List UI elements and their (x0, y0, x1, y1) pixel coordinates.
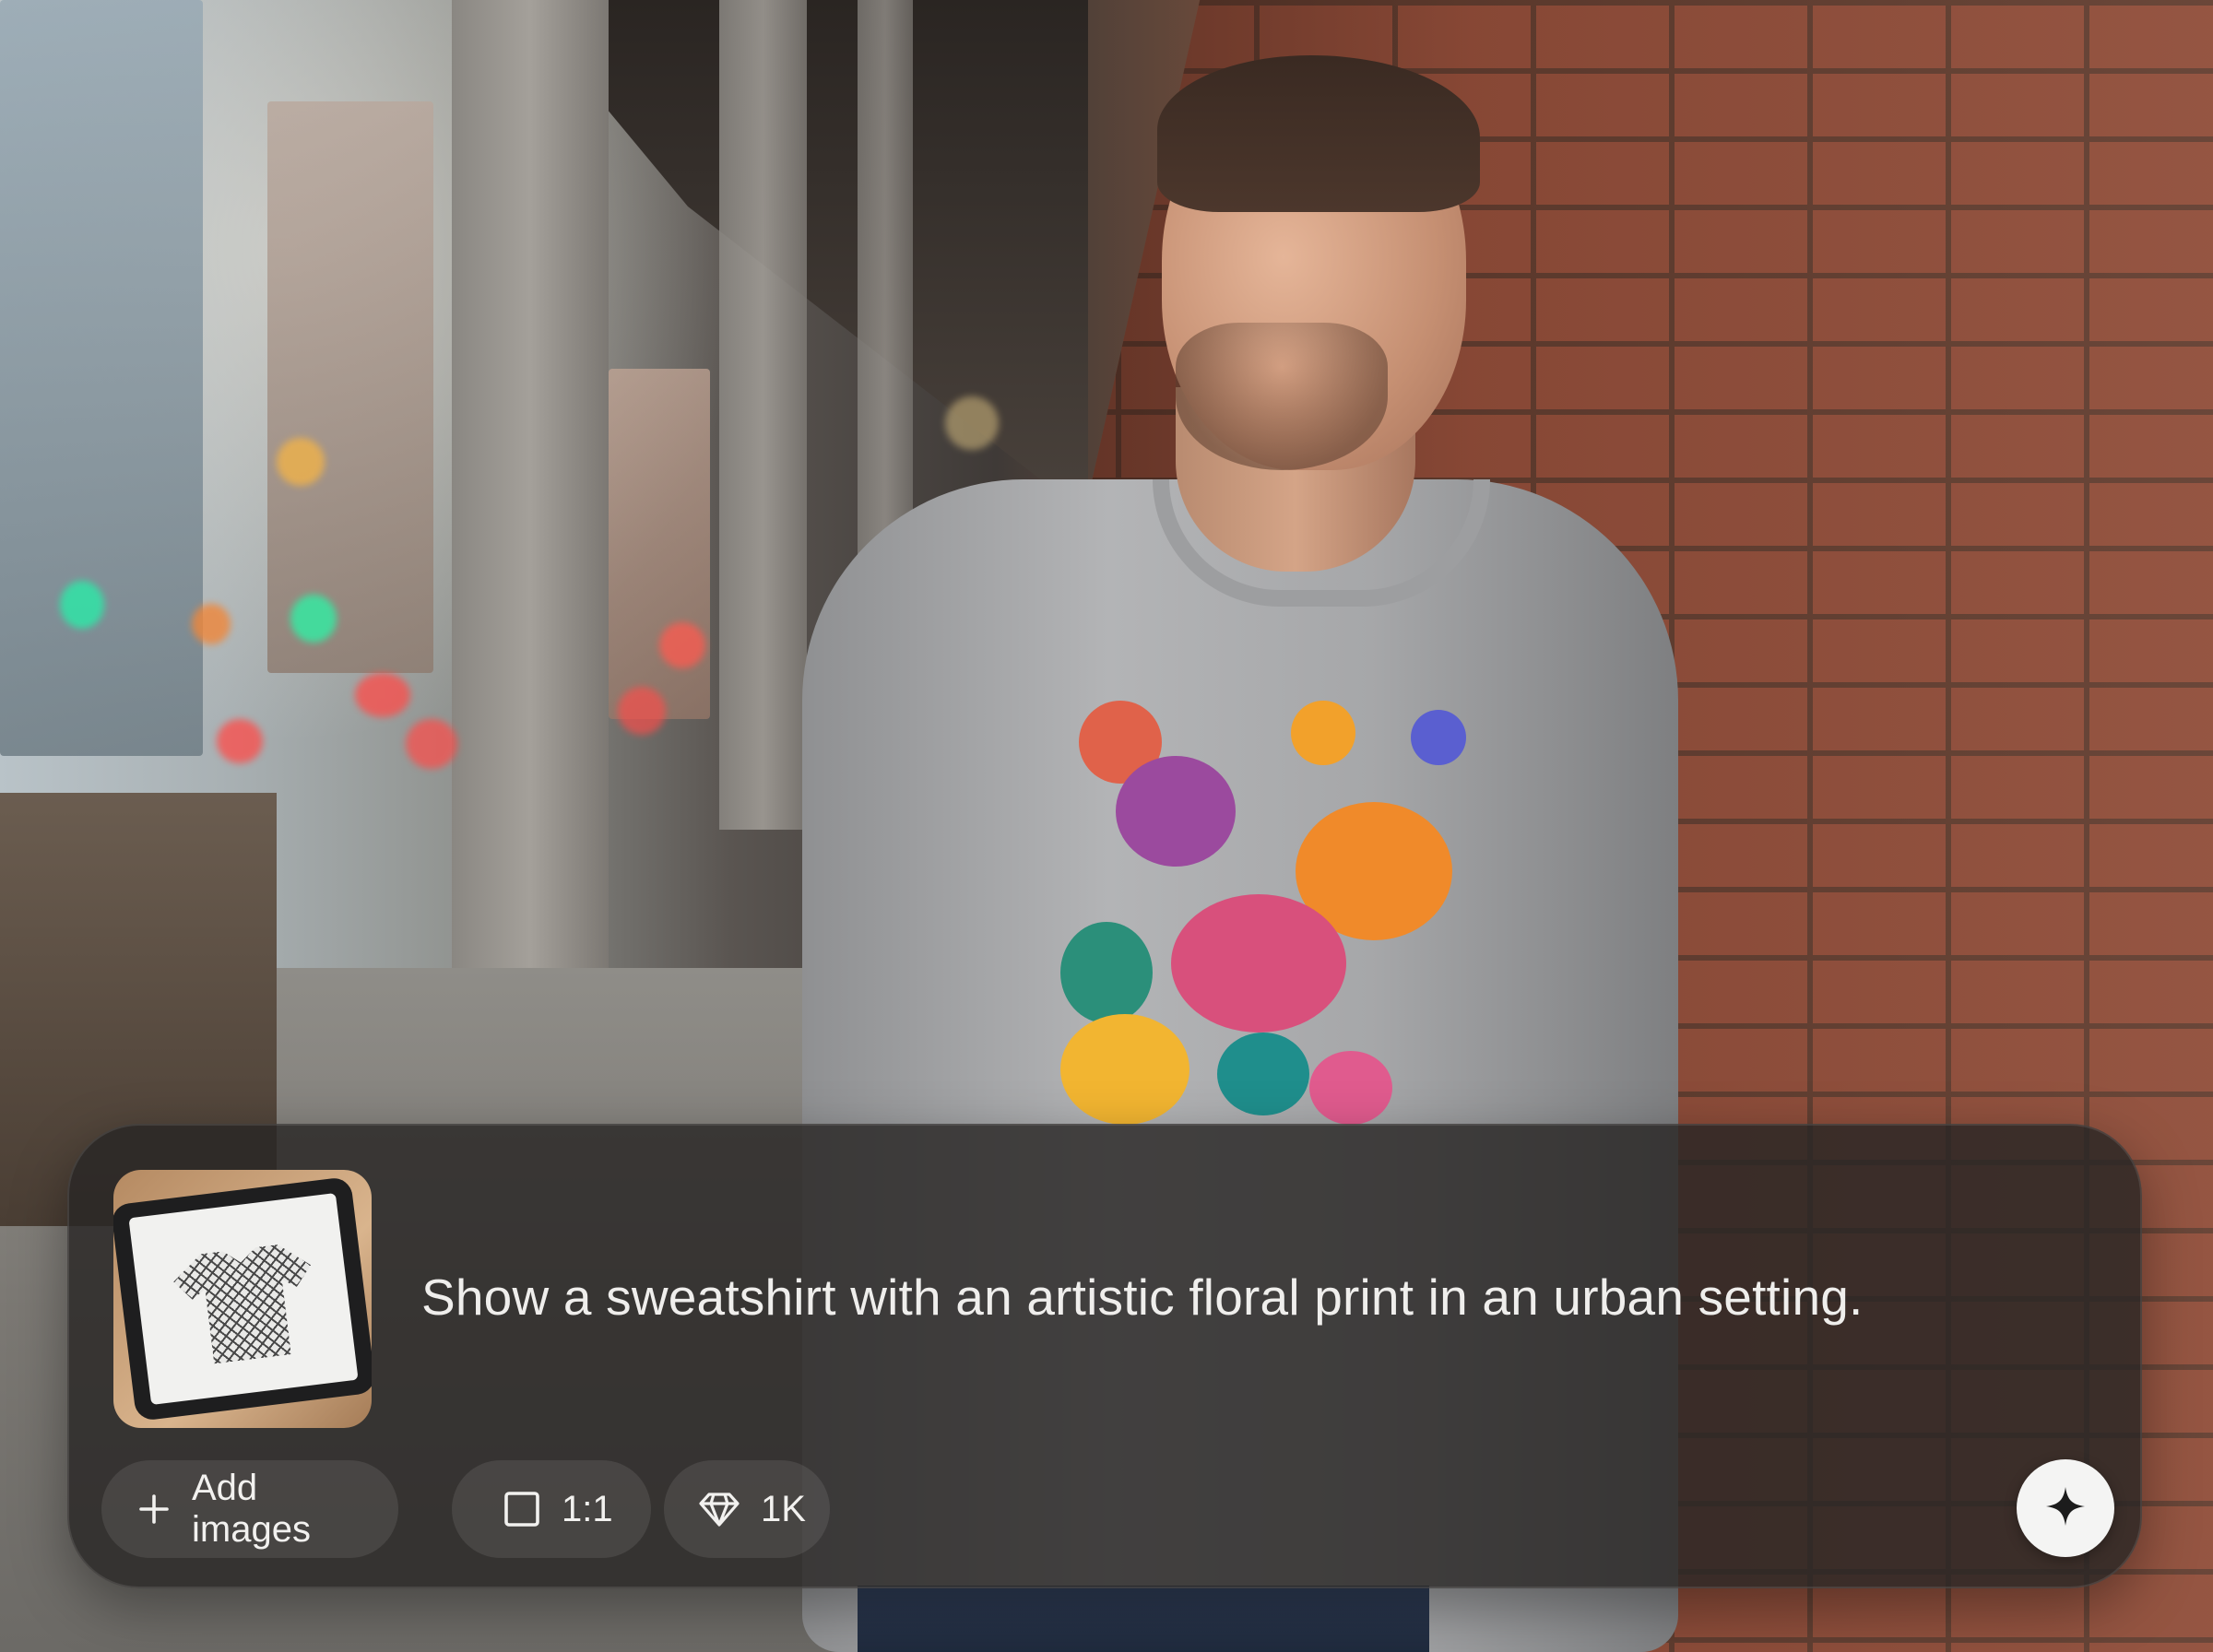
prompt-panel: Show a sweatshirt with an artistic flora… (67, 1124, 2142, 1588)
sparkle-icon (2044, 1485, 2087, 1532)
generate-button[interactable] (2017, 1459, 2114, 1557)
aspect-ratio-label: 1:1 (562, 1488, 613, 1529)
resolution-label: 1K (761, 1488, 806, 1529)
plus-icon (136, 1492, 172, 1527)
resolution-button[interactable]: 1K (664, 1460, 830, 1558)
tablet-sketch-image (113, 1175, 372, 1422)
prompt-text[interactable]: Show a sweatshirt with an artistic flora… (421, 1264, 2063, 1330)
t-shirt-sketch (171, 1241, 322, 1367)
add-images-label: Add images (192, 1468, 311, 1550)
diamond-icon (698, 1491, 740, 1528)
add-images-button[interactable]: Add images (101, 1460, 398, 1558)
aspect-ratio-button[interactable]: 1:1 (452, 1460, 651, 1558)
square-icon (503, 1490, 541, 1528)
reference-image-thumbnail[interactable] (113, 1170, 372, 1428)
